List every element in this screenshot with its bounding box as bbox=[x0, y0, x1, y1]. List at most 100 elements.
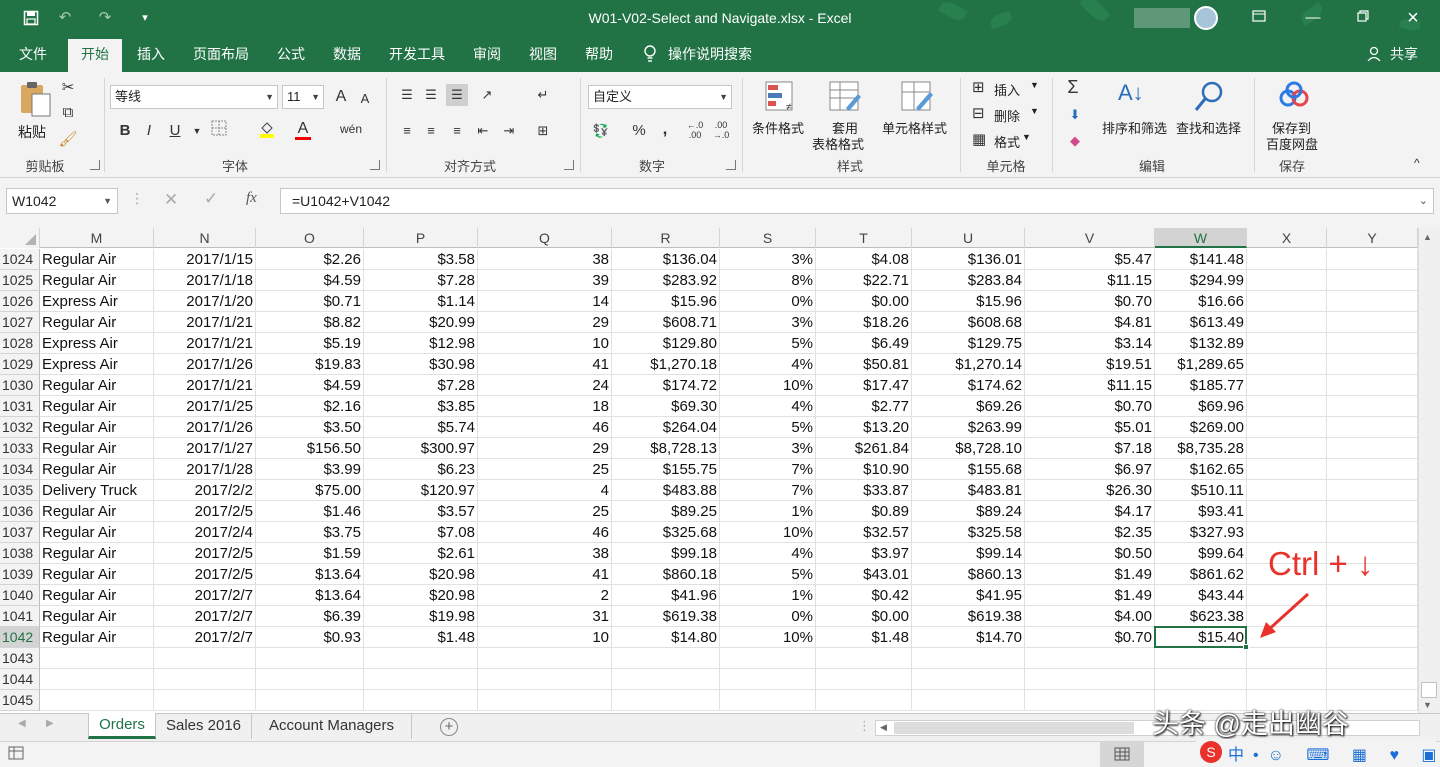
cell-s1035[interactable]: 7% bbox=[720, 480, 816, 501]
cell-r1028[interactable]: $129.80 bbox=[612, 333, 720, 354]
cell-s1026[interactable]: 0% bbox=[720, 291, 816, 312]
cell-m1026[interactable]: Express Air bbox=[40, 291, 154, 312]
cell-w1043[interactable] bbox=[1155, 648, 1247, 669]
font-color-icon[interactable]: A bbox=[292, 118, 314, 140]
cell-w1035[interactable]: $510.11 bbox=[1155, 480, 1247, 501]
row-header-1036[interactable]: 1036 bbox=[0, 501, 40, 522]
cell-t1043[interactable] bbox=[816, 648, 912, 669]
cell-u1037[interactable]: $325.58 bbox=[912, 522, 1025, 543]
cell-y1025[interactable] bbox=[1327, 270, 1418, 291]
decrease-indent-icon[interactable]: ⇤ bbox=[472, 120, 494, 142]
column-header-m[interactable]: M bbox=[40, 228, 154, 248]
row-header-1045[interactable]: 1045 bbox=[0, 690, 40, 711]
cell-y1035[interactable] bbox=[1327, 480, 1418, 501]
cell-u1042[interactable]: $14.70 bbox=[912, 627, 1025, 648]
border-icon[interactable] bbox=[208, 120, 230, 142]
cell-r1026[interactable]: $15.96 bbox=[612, 291, 720, 312]
cell-n1032[interactable]: 2017/1/26 bbox=[154, 417, 256, 438]
chevron-down-icon[interactable]: ▼ bbox=[186, 120, 208, 142]
cell-q1029[interactable]: 41 bbox=[478, 354, 612, 375]
cell-q1025[interactable]: 39 bbox=[478, 270, 612, 291]
cell-u1038[interactable]: $99.14 bbox=[912, 543, 1025, 564]
column-header-w[interactable]: W bbox=[1155, 228, 1247, 248]
cell-v1034[interactable]: $6.97 bbox=[1025, 459, 1155, 480]
cell-x1029[interactable] bbox=[1247, 354, 1327, 375]
cell-r1044[interactable] bbox=[612, 669, 720, 690]
cell-o1036[interactable]: $1.46 bbox=[256, 501, 364, 522]
orientation-icon[interactable]: ↗ bbox=[476, 84, 498, 106]
account-avatar[interactable] bbox=[1134, 8, 1190, 28]
cell-n1029[interactable]: 2017/1/26 bbox=[154, 354, 256, 375]
cell-u1030[interactable]: $174.62 bbox=[912, 375, 1025, 396]
share-button[interactable]: 共享 bbox=[1386, 36, 1422, 72]
column-header-q[interactable]: Q bbox=[478, 228, 612, 248]
cell-y1026[interactable] bbox=[1327, 291, 1418, 312]
cell-o1028[interactable]: $5.19 bbox=[256, 333, 364, 354]
row-header-1027[interactable]: 1027 bbox=[0, 312, 40, 333]
cell-v1030[interactable]: $11.15 bbox=[1025, 375, 1155, 396]
cell-s1029[interactable]: 4% bbox=[720, 354, 816, 375]
cell-m1033[interactable]: Regular Air bbox=[40, 438, 154, 459]
cell-v1024[interactable]: $5.47 bbox=[1025, 249, 1155, 270]
cell-p1027[interactable]: $20.99 bbox=[364, 312, 478, 333]
cell-u1043[interactable] bbox=[912, 648, 1025, 669]
row-header-1043[interactable]: 1043 bbox=[0, 648, 40, 669]
cell-m1029[interactable]: Express Air bbox=[40, 354, 154, 375]
cell-o1033[interactable]: $156.50 bbox=[256, 438, 364, 459]
cell-v1025[interactable]: $11.15 bbox=[1025, 270, 1155, 291]
cell-p1036[interactable]: $3.57 bbox=[364, 501, 478, 522]
cell-s1038[interactable]: 4% bbox=[720, 543, 816, 564]
cell-x1027[interactable] bbox=[1247, 312, 1327, 333]
cell-v1028[interactable]: $3.14 bbox=[1025, 333, 1155, 354]
cell-o1044[interactable] bbox=[256, 669, 364, 690]
font-size-select[interactable]: 11 ▼ bbox=[282, 85, 324, 109]
row-header-1039[interactable]: 1039 bbox=[0, 564, 40, 585]
cell-p1030[interactable]: $7.28 bbox=[364, 375, 478, 396]
cell-v1033[interactable]: $7.18 bbox=[1025, 438, 1155, 459]
row-header-1040[interactable]: 1040 bbox=[0, 585, 40, 606]
align-middle-icon[interactable]: ☰ bbox=[420, 84, 442, 106]
cell-x1044[interactable] bbox=[1247, 669, 1327, 690]
cell-s1025[interactable]: 8% bbox=[720, 270, 816, 291]
cell-t1024[interactable]: $4.08 bbox=[816, 249, 912, 270]
cell-o1039[interactable]: $13.64 bbox=[256, 564, 364, 585]
cell-p1043[interactable] bbox=[364, 648, 478, 669]
row-header-1024[interactable]: 1024 bbox=[0, 249, 40, 270]
font-launcher-icon[interactable] bbox=[370, 160, 380, 170]
cell-t1031[interactable]: $2.77 bbox=[816, 396, 912, 417]
cell-v1031[interactable]: $0.70 bbox=[1025, 396, 1155, 417]
cell-x1034[interactable] bbox=[1247, 459, 1327, 480]
vertical-scrollbar[interactable]: ▲ ▼ bbox=[1418, 228, 1440, 713]
select-all-button[interactable] bbox=[0, 228, 40, 248]
cell-y1031[interactable] bbox=[1327, 396, 1418, 417]
column-header-u[interactable]: U bbox=[912, 228, 1025, 248]
cell-s1032[interactable]: 5% bbox=[720, 417, 816, 438]
tab-help[interactable]: 帮助 bbox=[574, 36, 624, 72]
cell-p1028[interactable]: $12.98 bbox=[364, 333, 478, 354]
align-bottom-icon[interactable]: ☰ bbox=[446, 84, 468, 106]
cell-q1032[interactable]: 46 bbox=[478, 417, 612, 438]
cell-x1030[interactable] bbox=[1247, 375, 1327, 396]
column-header-r[interactable]: R bbox=[612, 228, 720, 248]
cell-s1040[interactable]: 1% bbox=[720, 585, 816, 606]
cell-n1040[interactable]: 2017/2/7 bbox=[154, 585, 256, 606]
scroll-thumb[interactable] bbox=[1421, 682, 1437, 698]
cell-t1025[interactable]: $22.71 bbox=[816, 270, 912, 291]
delete-cells-button[interactable]: ⊟ 删除 ▼ bbox=[972, 104, 1042, 126]
cell-y1043[interactable] bbox=[1327, 648, 1418, 669]
cell-p1024[interactable]: $3.58 bbox=[364, 249, 478, 270]
cell-p1037[interactable]: $7.08 bbox=[364, 522, 478, 543]
restore-icon[interactable] bbox=[1340, 0, 1386, 36]
row-header-1029[interactable]: 1029 bbox=[0, 354, 40, 375]
cell-q1024[interactable]: 38 bbox=[478, 249, 612, 270]
cell-n1030[interactable]: 2017/1/21 bbox=[154, 375, 256, 396]
worksheet-grid[interactable]: MNOPQRSTUVWXY 1024 Regular Air 2017/1/15 $2… bbox=[0, 228, 1440, 713]
cell-q1040[interactable]: 2 bbox=[478, 585, 612, 606]
cell-w1030[interactable]: $185.77 bbox=[1155, 375, 1247, 396]
sort-filter-button[interactable]: A↓ 排序和筛选 bbox=[1100, 78, 1172, 148]
column-header-n[interactable]: N bbox=[154, 228, 256, 248]
cell-p1034[interactable]: $6.23 bbox=[364, 459, 478, 480]
cell-t1027[interactable]: $18.26 bbox=[816, 312, 912, 333]
cell-n1037[interactable]: 2017/2/4 bbox=[154, 522, 256, 543]
column-header-v[interactable]: V bbox=[1025, 228, 1155, 248]
